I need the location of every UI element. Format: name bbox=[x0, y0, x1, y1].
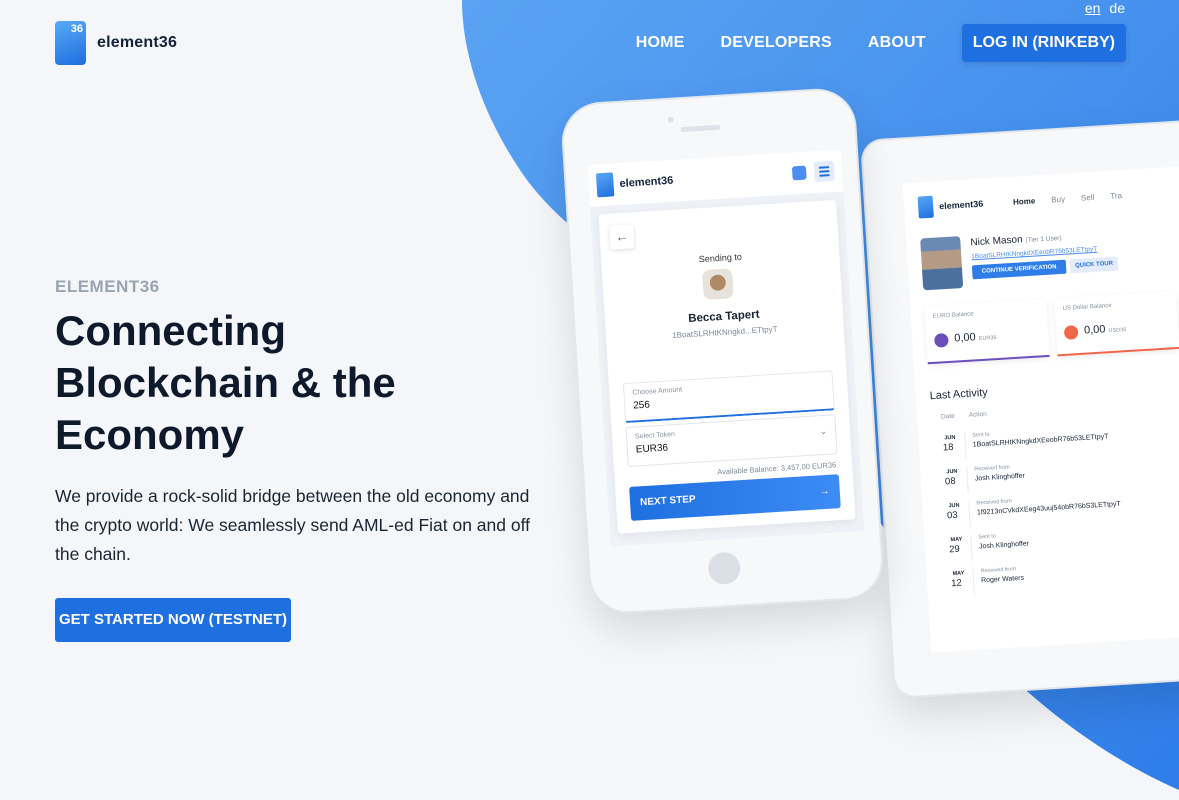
tablet-nav-transfer: Tra bbox=[1110, 190, 1123, 201]
arrow-right-icon: → bbox=[819, 485, 831, 498]
chevron-down-icon: ⌄ bbox=[819, 425, 828, 437]
hero-headline: Connecting Blockchain & the Economy bbox=[55, 307, 396, 458]
tablet-mockup: element36 Home Buy Sell Tra Nick Mason (… bbox=[860, 114, 1179, 699]
sending-to-label: Sending to bbox=[698, 251, 743, 265]
nav-developers[interactable]: DEVELOPERS bbox=[721, 34, 832, 52]
token-select: Select Token EUR36 ⌄ bbox=[625, 414, 838, 467]
usd-balance-value: 0,00 USD36 bbox=[1083, 323, 1127, 337]
activity-columns: Date Action bbox=[941, 411, 987, 421]
menu-icon bbox=[813, 160, 835, 183]
phone-camera bbox=[667, 116, 674, 123]
recipient-avatar bbox=[702, 268, 734, 301]
euro-balance-value: 0,00 EUR36 bbox=[953, 331, 997, 345]
phone-mockup: element36 ← Sending to Becca Tapert 1Boa… bbox=[559, 86, 886, 616]
phone-brand: element36 bbox=[619, 174, 674, 190]
tablet-nav-sell: Sell bbox=[1080, 192, 1095, 203]
nav-about[interactable]: ABOUT bbox=[868, 34, 926, 52]
tablet-nav-buy: Buy bbox=[1050, 194, 1066, 204]
send-card: ← Sending to Becca Tapert 1BoatSLRHtKNng… bbox=[598, 199, 856, 534]
tablet-header: element36 Home Buy Sell Tra bbox=[917, 170, 1179, 222]
quick-tour-button: QUICK TOUR bbox=[1069, 256, 1119, 274]
euro-balance-accent bbox=[927, 354, 1050, 365]
phone-header-icons bbox=[791, 160, 835, 184]
usd-balance-accent bbox=[1057, 346, 1179, 357]
nav-home[interactable]: HOME bbox=[636, 34, 685, 52]
get-started-button[interactable]: GET STARTED NOW (TESTNET) bbox=[55, 598, 291, 642]
brand-name: element36 bbox=[97, 34, 178, 51]
phone-logo-icon bbox=[595, 172, 615, 198]
next-step-button: NEXT STEP → bbox=[629, 474, 841, 521]
column-date: Date bbox=[940, 412, 955, 421]
last-activity-title: Last Activity bbox=[929, 386, 989, 403]
hero-eyebrow: ELEMENT36 bbox=[55, 277, 160, 296]
phone-speaker bbox=[680, 124, 721, 133]
euro-balance-label: EURO Balance bbox=[932, 311, 974, 320]
usd-balance-label: US Dollar Balance bbox=[1062, 302, 1112, 312]
lang-de[interactable]: de bbox=[1109, 0, 1125, 16]
tablet-logo-icon bbox=[917, 195, 934, 219]
usd-balance-card: US Dollar Balance 0,00 USD36 bbox=[1054, 291, 1179, 357]
column-action: Action bbox=[968, 410, 988, 419]
continue-verification-button: CONTINUE VERIFICATION bbox=[971, 259, 1067, 280]
user-name: Nick Mason (Tier 1 User) bbox=[970, 234, 1062, 249]
tablet-nav: Home Buy Sell Tra bbox=[1013, 191, 1122, 207]
arrow-left-icon: ← bbox=[609, 224, 635, 250]
phone-screen: element36 ← Sending to Becca Tapert 1Boa… bbox=[587, 149, 865, 547]
tablet-brand: element36 bbox=[938, 198, 984, 212]
euro-coin-icon bbox=[933, 332, 949, 348]
phone-app-header: element36 bbox=[587, 149, 844, 207]
main-nav: HOME DEVELOPERS ABOUT LOG IN (RINKEBY) bbox=[600, 24, 1126, 62]
tablet-screen: element36 Home Buy Sell Tra Nick Mason (… bbox=[902, 160, 1179, 653]
tablet-nav-home: Home bbox=[1012, 195, 1036, 207]
phone-home-button bbox=[707, 551, 742, 586]
hero-lead: We provide a rock-solid bridge between t… bbox=[55, 486, 531, 564]
brand-logo[interactable]: 36 element36 bbox=[55, 21, 177, 65]
language-switcher: en de bbox=[1085, 0, 1125, 16]
user-avatar bbox=[920, 236, 964, 291]
usd-coin-icon bbox=[1063, 325, 1079, 340]
logo-mark-icon: 36 bbox=[55, 21, 86, 65]
available-balance: Available Balance: 3,457,00 EUR36 bbox=[716, 460, 837, 477]
next-step-label: NEXT STEP bbox=[639, 493, 696, 509]
tablet-frame: element36 Home Buy Sell Tra Nick Mason (… bbox=[860, 114, 1179, 699]
login-button[interactable]: LOG IN (RINKEBY) bbox=[961, 24, 1126, 62]
phone-frame: element36 ← Sending to Becca Tapert 1Boa… bbox=[559, 86, 886, 616]
euro-balance-card: EURO Balance 0,00 EUR36 bbox=[924, 298, 1050, 365]
notification-icon bbox=[791, 165, 807, 181]
lang-en[interactable]: en bbox=[1085, 0, 1101, 16]
